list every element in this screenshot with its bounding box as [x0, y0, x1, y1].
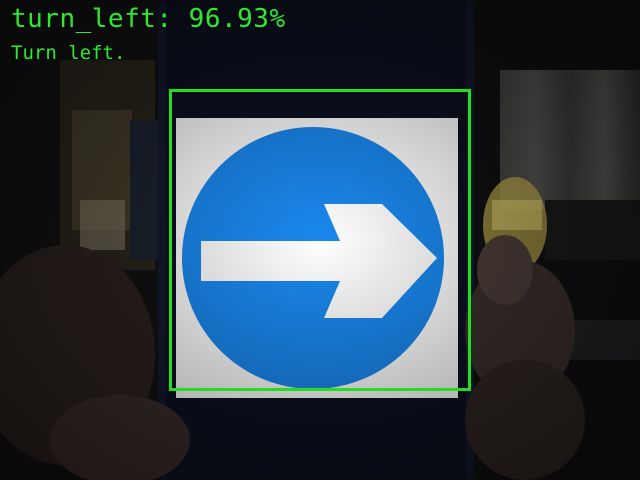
sign-description: Turn left.: [11, 42, 126, 64]
camera-frame: turn_left: 96.93% Turn left.: [0, 0, 640, 480]
prediction-label: turn_left: 96.93%: [11, 4, 286, 34]
vignette: [0, 0, 640, 480]
scene: [0, 0, 640, 480]
